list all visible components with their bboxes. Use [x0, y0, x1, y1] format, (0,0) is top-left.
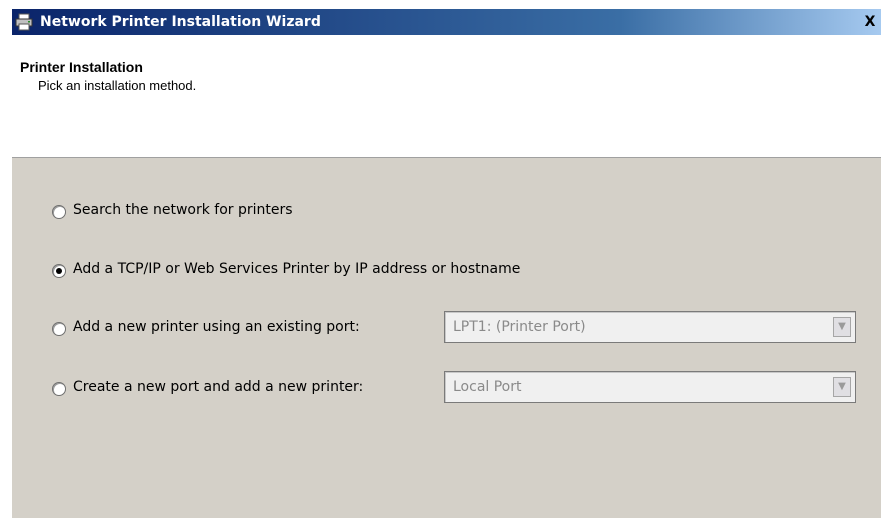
option-label: Search the network for printers [73, 202, 293, 218]
wizard-window: Network Printer Installation Wizard X Pr… [12, 9, 881, 518]
new-port-value: Local Port [453, 379, 522, 395]
window-title: Network Printer Installation Wizard [40, 14, 321, 30]
option-label: Add a new printer using an existing port… [73, 319, 360, 335]
radio-tcpip-printer[interactable] [52, 264, 66, 278]
option-label: Create a new port and add a new printer: [73, 379, 364, 395]
radio-existing-port[interactable] [52, 322, 66, 336]
radio-new-port[interactable] [52, 382, 66, 396]
new-port-select[interactable]: Local Port ▼ [444, 371, 856, 403]
page-title: Printer Installation [20, 59, 143, 75]
wizard-header: Printer Installation Pick an installatio… [12, 35, 881, 158]
radio-search-network[interactable] [52, 205, 66, 219]
title-bar[interactable]: Network Printer Installation Wizard X [12, 9, 881, 35]
close-button[interactable]: X [859, 13, 881, 31]
existing-port-select[interactable]: LPT1: (Printer Port) ▼ [444, 311, 856, 343]
option-label: Add a TCP/IP or Web Services Printer by … [73, 261, 521, 277]
existing-port-value: LPT1: (Printer Port) [453, 319, 586, 335]
chevron-down-icon[interactable]: ▼ [833, 317, 851, 337]
page-subtitle: Pick an installation method. [38, 78, 197, 93]
chevron-down-icon[interactable]: ▼ [833, 377, 851, 397]
printer-icon [15, 13, 33, 31]
